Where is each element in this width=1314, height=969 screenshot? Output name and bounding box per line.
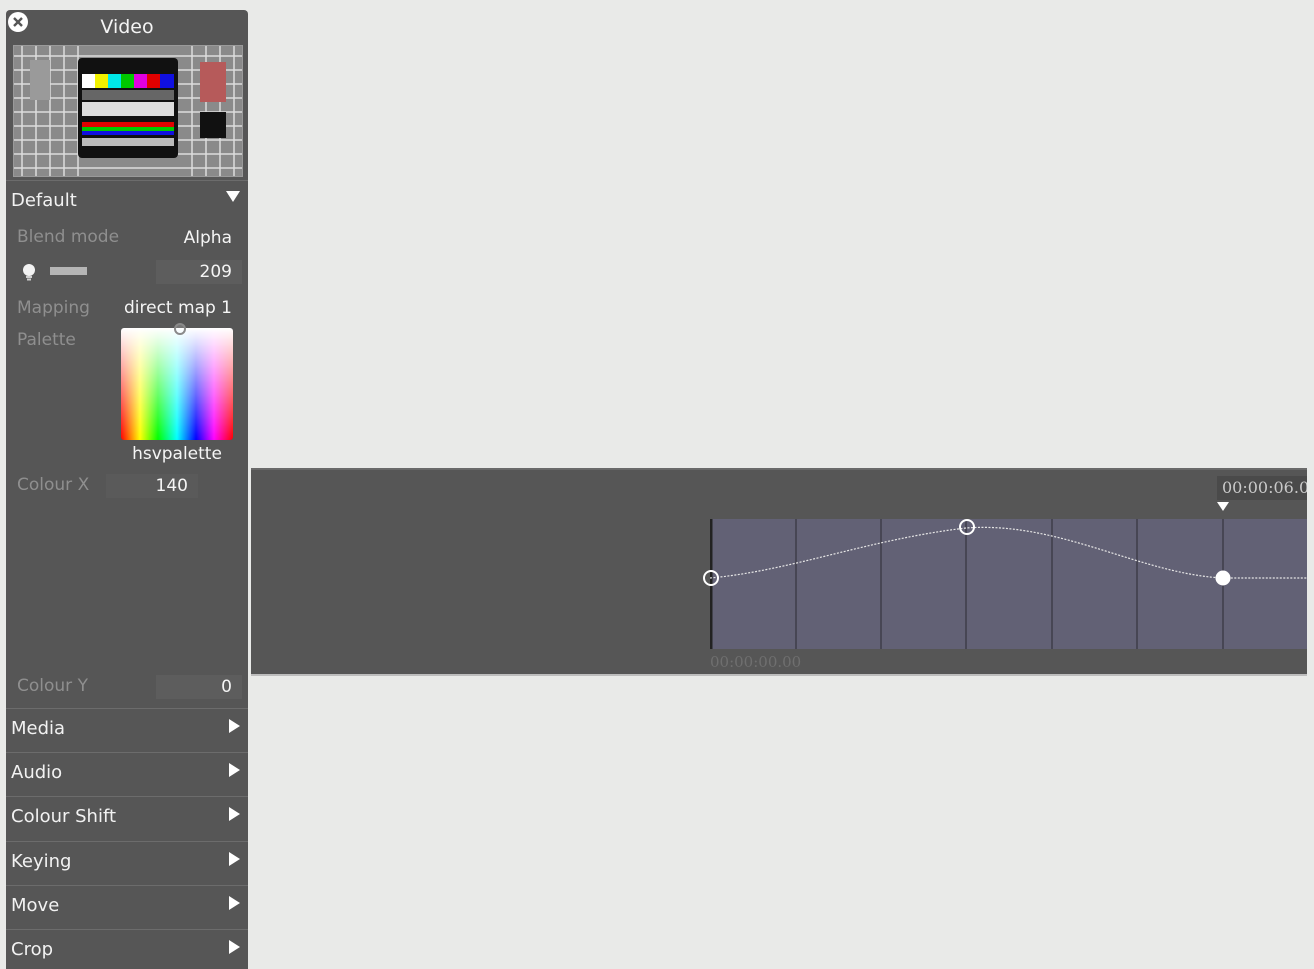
chevron-right-icon	[229, 896, 240, 910]
keyframe-point[interactable]	[703, 570, 719, 586]
colour-y-label: Colour Y	[17, 676, 88, 696]
section-label: Keying	[11, 851, 72, 872]
section-colour-shift[interactable]: Colour Shift	[6, 796, 248, 841]
section-audio[interactable]: Audio	[6, 752, 248, 797]
blend-mode-select[interactable]: Alpha	[184, 228, 232, 248]
chevron-right-icon	[229, 719, 240, 733]
section-label: Media	[11, 718, 66, 739]
palette-label: Palette	[17, 330, 76, 350]
colour-y-field[interactable]: 0	[156, 675, 242, 699]
section-label: Move	[11, 895, 60, 916]
section-label: Colour Shift	[11, 806, 117, 827]
brightness-slider[interactable]	[50, 267, 87, 275]
start-time-label: 00:00:00.00	[710, 653, 802, 671]
keyframe-point-selected[interactable]	[1215, 570, 1231, 586]
lightbulb-icon	[22, 263, 36, 285]
video-thumbnail[interactable]	[13, 45, 243, 177]
section-media[interactable]: Media	[6, 708, 248, 753]
section-move[interactable]: Move	[6, 885, 248, 930]
chevron-right-icon	[229, 763, 240, 777]
chevron-right-icon	[229, 807, 240, 821]
palette-picker[interactable]	[121, 328, 233, 440]
palette-name: hsvpalette	[132, 444, 222, 464]
mapping-label: Mapping	[17, 298, 90, 318]
section-label: Crop	[11, 939, 54, 960]
section-default[interactable]: Default	[6, 180, 248, 225]
keyframe-timeline: 00:00:06.0 00:00:00.00	[251, 468, 1307, 676]
colour-x-label: Colour X	[17, 475, 90, 495]
end-time-field[interactable]: 00:00:06.0	[1217, 476, 1307, 500]
section-crop[interactable]: Crop	[6, 929, 248, 969]
brightness-field[interactable]: 209	[156, 260, 242, 284]
chevron-down-icon	[226, 191, 240, 202]
section-default-label: Default	[11, 190, 77, 211]
test-card-thumbnail	[14, 46, 242, 176]
chevron-right-icon	[229, 852, 240, 866]
palette-handle[interactable]	[174, 323, 186, 335]
colour-x-field[interactable]: 140	[106, 474, 198, 498]
keyframe-point[interactable]	[959, 519, 975, 535]
video-properties-panel: Video Default Blend mode Alpha 209 Mappi…	[6, 10, 248, 969]
panel-title: Video	[100, 16, 154, 38]
keyframe-handles	[703, 519, 1231, 586]
chevron-right-icon	[229, 940, 240, 954]
blend-mode-label: Blend mode	[17, 227, 120, 247]
section-label: Audio	[11, 762, 63, 783]
mapping-select[interactable]: direct map 1	[124, 298, 232, 318]
section-keying[interactable]: Keying	[6, 841, 248, 886]
